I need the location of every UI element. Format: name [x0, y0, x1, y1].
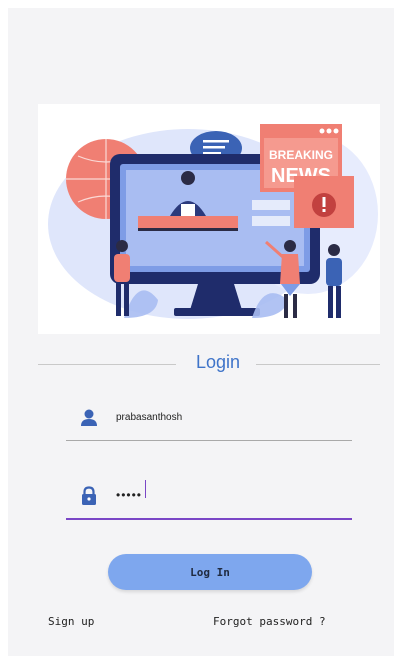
news-illustration: BREAKING NEWS: [48, 124, 378, 319]
login-screen: BREAKING NEWS: [8, 8, 394, 656]
username-field[interactable]: [66, 400, 352, 441]
hero-illustration: BREAKING NEWS: [38, 104, 380, 334]
login-title: Login: [195, 352, 241, 372]
password-field[interactable]: [66, 478, 352, 520]
banner-line1: BREAKING: [269, 148, 333, 162]
lock-icon: [82, 486, 96, 505]
divider-left: [38, 364, 176, 365]
login-button[interactable]: Log In: [108, 554, 312, 590]
password-input[interactable]: [116, 484, 336, 506]
login-header: Login: [38, 350, 380, 378]
divider-right: [256, 364, 380, 365]
signup-link[interactable]: Sign up: [48, 615, 94, 628]
forgot-password-link[interactable]: Forgot password ?: [213, 615, 326, 628]
text-caret: [145, 480, 146, 498]
user-icon: [81, 409, 97, 426]
username-input[interactable]: [116, 406, 336, 428]
